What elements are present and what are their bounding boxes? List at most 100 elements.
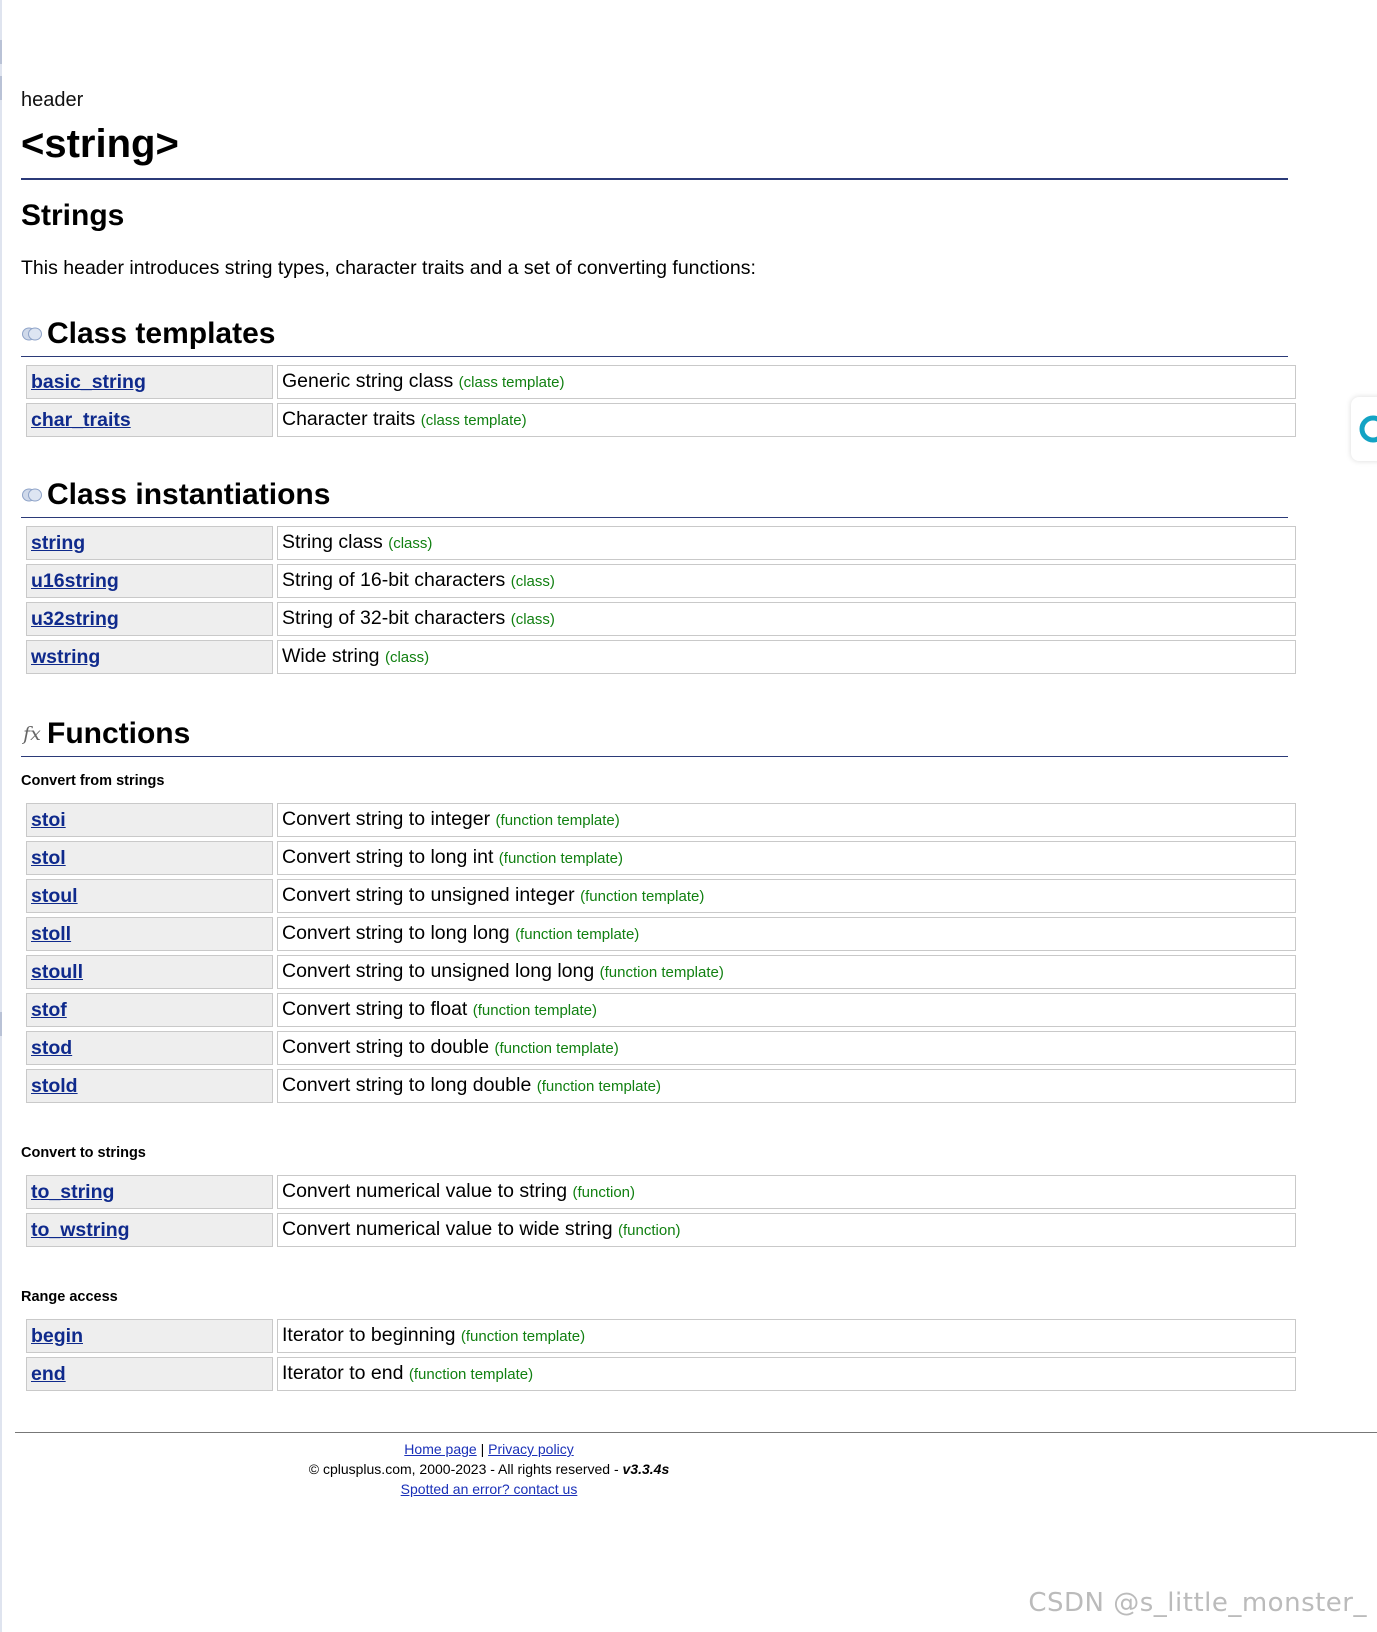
reference-link-basic-string[interactable]: basic_string [31, 371, 146, 393]
description-text: Character traits [282, 408, 416, 430]
description-cell: Convert string to long long (function te… [277, 917, 1296, 951]
function-table: to_string Convert numerical value to stri… [22, 1171, 1300, 1251]
reference-link-stold[interactable]: stold [31, 1075, 78, 1097]
function-table: stoi Convert string to integer (function … [22, 799, 1300, 1107]
description-cell: Iterator to end (function template) [277, 1357, 1296, 1391]
kind-label: (function template) [460, 1328, 586, 1345]
kind-label: (function template) [515, 926, 640, 943]
name-cell: string [26, 526, 273, 560]
reference-link-stoull[interactable]: stoull [31, 961, 83, 983]
home-page-link[interactable]: Home page [404, 1441, 476, 1457]
section-title: Class templates [47, 317, 276, 350]
table-row: u32string String of 32-bit characters (cl… [26, 602, 1296, 636]
name-cell: stof [26, 993, 273, 1027]
reference-link-begin[interactable]: begin [31, 1325, 83, 1347]
intro-text: This header introduces string types, cha… [21, 257, 756, 279]
table-row: stoll Convert string to long long (functi… [26, 917, 1296, 951]
footer-copyright: © cplusplus.com, 2000-2023 - All rights … [15, 1459, 963, 1479]
kind-label: (class) [510, 573, 555, 590]
name-cell: stold [26, 1069, 273, 1103]
kind-label: (function template) [498, 850, 624, 867]
class-instantiations-table: string String class (class) u16string Strin… [22, 522, 1300, 678]
description-cell: Convert string to double (function templ… [277, 1031, 1296, 1065]
section-class-instantiations: Class instantiations [21, 475, 1288, 518]
class-icon [21, 323, 43, 345]
footer-separator: | [480, 1441, 485, 1457]
description-text: Iterator to beginning [282, 1324, 456, 1346]
section-title: Class instantiations [47, 478, 331, 511]
table-row: string String class (class) [26, 526, 1296, 560]
name-cell: char_traits [26, 403, 273, 437]
table-row: to_string Convert numerical value to stri… [26, 1175, 1296, 1209]
reference-link-stoi[interactable]: stoi [31, 809, 66, 831]
reference-link-string[interactable]: string [31, 532, 85, 554]
name-cell: stoull [26, 955, 273, 989]
reference-link-end[interactable]: end [31, 1363, 66, 1385]
contact-link[interactable]: Spotted an error? contact us [401, 1481, 578, 1497]
table-row: char_traits Character traits (class templ… [26, 403, 1296, 437]
kind-label: (function template) [536, 1078, 661, 1095]
name-cell: to_string [26, 1175, 273, 1209]
reference-link-char-traits[interactable]: char_traits [31, 409, 131, 431]
name-cell: stoi [26, 803, 273, 837]
description-cell: Convert numerical value to string (funct… [277, 1175, 1296, 1209]
reference-link-stoll[interactable]: stoll [31, 923, 71, 945]
reference-link-u32string[interactable]: u32string [31, 608, 119, 630]
function-groups: Convert from strings stoi Convert string t… [21, 771, 1296, 1395]
section-functions: fx Functions [21, 714, 1288, 757]
name-cell: to_wstring [26, 1213, 273, 1247]
description-cell: Convert string to float (function templa… [277, 993, 1296, 1027]
kind-label: (class template) [420, 412, 527, 429]
class-icon [21, 484, 43, 506]
name-cell: stoll [26, 917, 273, 951]
reference-link-to-string[interactable]: to_string [31, 1181, 114, 1203]
description-text: Generic string class [282, 370, 454, 392]
description-text: String of 32-bit characters [282, 607, 506, 629]
description-cell: String of 32-bit characters (class) [277, 602, 1296, 636]
copyright-text: © cplusplus.com, 2000-2023 - All rights … [308, 1461, 623, 1477]
left-edge [0, 0, 2, 1632]
reference-link-stof[interactable]: stof [31, 999, 67, 1021]
class-templates-table: basic_string Generic string class (class … [22, 361, 1300, 441]
left-edge-mark [0, 40, 2, 64]
kind-label: (class template) [458, 374, 565, 391]
footer: Home page | Privacy policy © cplusplus.c… [15, 1432, 1377, 1499]
reference-link-stol[interactable]: stol [31, 847, 66, 869]
description-text: String of 16-bit characters [282, 569, 506, 591]
description-cell: Convert string to unsigned integer (func… [277, 879, 1296, 913]
description-text: Convert numerical value to wide string [282, 1218, 613, 1240]
description-text: Iterator to end [282, 1362, 404, 1384]
subgroup-label: Convert from strings [21, 773, 165, 789]
reference-link-wstring[interactable]: wstring [31, 646, 100, 668]
reference-link-stoul[interactable]: stoul [31, 885, 78, 907]
kind-label: (class) [388, 535, 433, 552]
reference-link-to-wstring[interactable]: to_wstring [31, 1219, 130, 1241]
description-cell: String class (class) [277, 526, 1296, 560]
description-cell: Convert string to integer (function temp… [277, 803, 1296, 837]
table-row: to_wstring Convert numerical value to wid… [26, 1213, 1296, 1247]
kind-label: (function template) [472, 1002, 597, 1019]
description-cell: Convert string to unsigned long long (fu… [277, 955, 1296, 989]
description-text: Convert string to float [282, 998, 468, 1020]
section-title: Functions [47, 717, 191, 750]
footer-links: Home page | Privacy policy [15, 1439, 963, 1459]
table-row: basic_string Generic string class (class … [26, 365, 1296, 399]
left-edge-mark [0, 1012, 2, 1036]
table-row: end Iterator to end (function template) [26, 1357, 1296, 1391]
description-cell: Wide string (class) [277, 640, 1296, 674]
description-cell: Iterator to beginning (function template… [277, 1319, 1296, 1353]
section-class-templates: Class templates [21, 314, 1288, 357]
side-floating-widget[interactable] [1351, 397, 1377, 461]
table-row: stof Convert string to float (function te… [26, 993, 1296, 1027]
table-row: u16string String of 16-bit characters (cl… [26, 564, 1296, 598]
reference-link-u16string[interactable]: u16string [31, 570, 119, 592]
privacy-policy-link[interactable]: Privacy policy [488, 1441, 574, 1457]
left-edge-mark [0, 76, 2, 100]
description-text: Wide string [282, 645, 380, 667]
subgroup-label: Range access [21, 1289, 118, 1305]
kind-label: (class) [510, 611, 555, 628]
reference-link-stod[interactable]: stod [31, 1037, 72, 1059]
name-cell: begin [26, 1319, 273, 1353]
name-cell: stol [26, 841, 273, 875]
description-text: Convert string to unsigned long long [282, 960, 595, 982]
